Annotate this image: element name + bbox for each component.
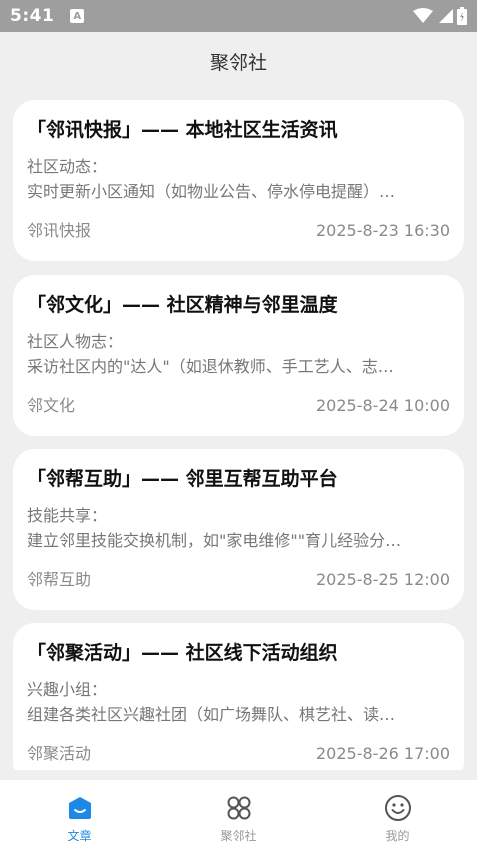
smiley-icon [384,794,412,822]
bottom-tab-bar: 文章 聚邻社 我的 [0,780,477,848]
article-description: 建立邻里技能交换机制，如"家电维修""育儿经验分… [27,531,402,550]
page-title: 聚邻社 [209,51,267,74]
status-icons [413,7,467,25]
article-title: 「邻文化」—— 社区精神与邻里温度 [27,294,338,316]
article-title: 「邻帮互助」—— 邻里互帮互助平台 [27,468,338,490]
tab-profile[interactable]: 我的 [318,780,477,848]
article-subtitle: 社区人物志： [27,332,124,351]
wifi-icon [413,8,433,23]
community-icon [225,794,253,822]
tab-label: 文章 [67,829,92,843]
article-date: 2025-8-26 17:00 [316,744,450,763]
article-description: 实时更新小区通知（如物业公告、停水停电提醒）… [27,182,396,201]
article-description: 组建各类社区兴趣社团（如广场舞队、棋艺社、读… [27,705,396,724]
tab-community[interactable]: 聚邻社 [159,780,318,848]
article-title: 「邻讯快报」—— 本地社区生活资讯 [27,119,338,141]
article-card[interactable]: 「邻帮互助」—— 邻里互帮互助平台 技能共享： 建立邻里技能交换机制，如"家电维… [13,449,464,610]
article-subtitle: 技能共享： [27,506,108,525]
article-card[interactable]: 「邻文化」—— 社区精神与邻里温度 社区人物志： 采访社区内的"达人"（如退休教… [13,275,464,436]
notification-a-icon: A [70,9,85,23]
article-subtitle: 社区动态： [27,157,108,176]
status-bar: 5:41 A [0,0,477,32]
article-title: 「邻聚活动」—— 社区线下活动组织 [27,642,338,664]
article-category: 邻讯快报 [27,221,92,240]
status-time: 5:41 [10,6,55,26]
article-category: 邻帮互助 [27,570,92,589]
article-list[interactable]: 「邻讯快报」—— 本地社区生活资讯 社区动态： 实时更新小区通知（如物业公告、停… [0,90,477,770]
tab-label: 我的 [385,829,410,843]
tab-label: 聚邻社 [220,829,257,843]
tab-articles[interactable]: 文章 [0,780,159,848]
article-date: 2025-8-24 10:00 [316,396,450,415]
article-date: 2025-8-25 12:00 [316,570,450,589]
article-footer: 邻帮互助 2025-8-25 12:00 [27,569,450,591]
article-card[interactable]: 「邻讯快报」—— 本地社区生活资讯 社区动态： 实时更新小区通知（如物业公告、停… [13,100,464,261]
article-description: 采访社区内的"达人"（如退休教师、手工艺人、志… [27,357,394,376]
article-date: 2025-8-23 16:30 [316,221,450,240]
article-footer: 邻文化 2025-8-24 10:00 [27,395,450,417]
article-footer: 邻讯快报 2025-8-23 16:30 [27,220,450,242]
article-card[interactable]: 「邻聚活动」—— 社区线下活动组织 兴趣小组： 组建各类社区兴趣社团（如广场舞队… [13,623,464,770]
article-category: 邻聚活动 [27,744,92,763]
app-title-bar: 聚邻社 [0,32,477,90]
article-footer: 邻聚活动 2025-8-26 17:00 [27,743,450,765]
battery-icon [457,7,467,25]
article-subtitle: 兴趣小组： [27,680,108,699]
article-category: 邻文化 [27,396,76,415]
article-icon [66,794,94,822]
cellular-signal-icon [439,9,453,23]
